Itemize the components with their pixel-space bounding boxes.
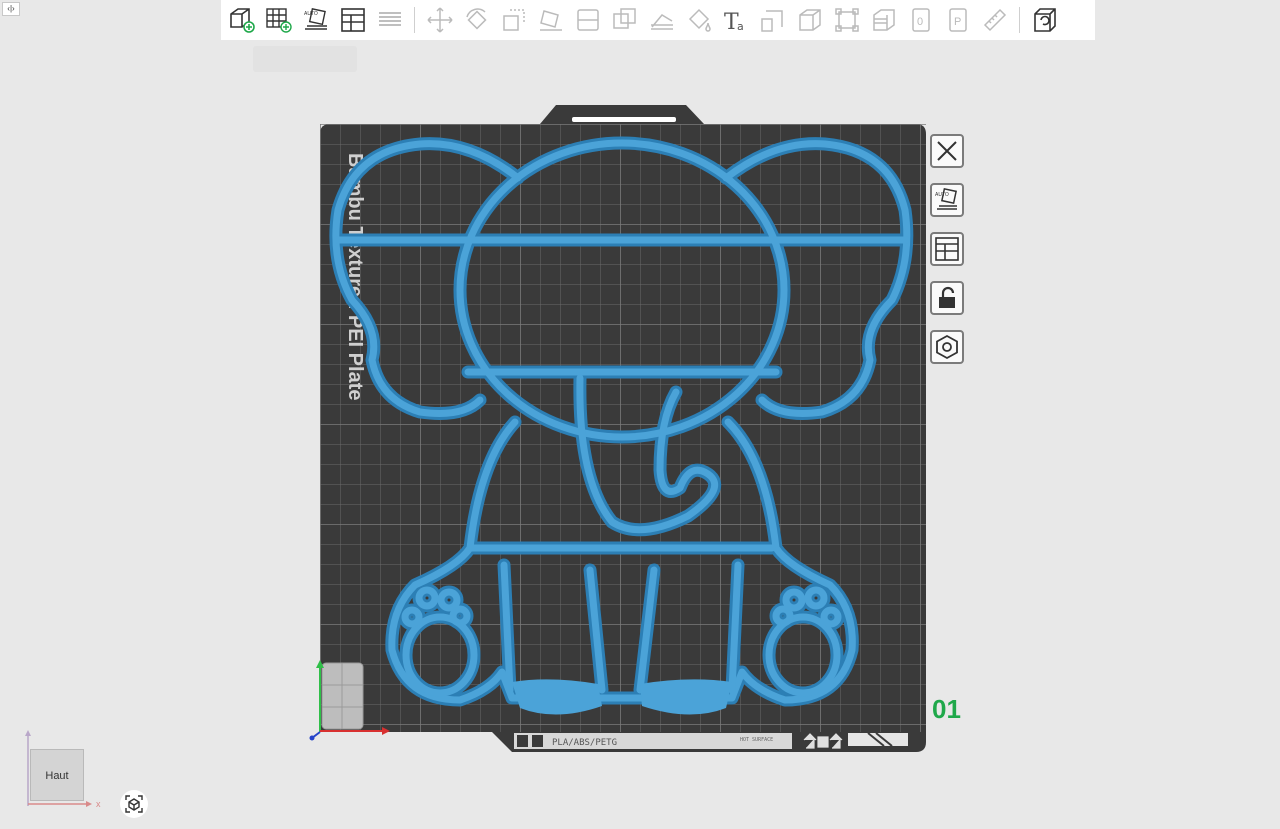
plate-footer-icon (532, 735, 543, 747)
svg-text:AUTO: AUTO (935, 192, 949, 198)
view-cube[interactable]: Haut (30, 749, 84, 801)
plate-number: 01 (932, 694, 961, 724)
plate-side-toolbar: AUTO (930, 134, 968, 379)
close-plate-icon[interactable] (930, 134, 964, 168)
x-axis-label: x (96, 799, 101, 809)
lock-plate-icon[interactable] (930, 281, 964, 315)
build-plate-scene[interactable]: Bambu Textured PEI Plate PLA/ABS/PETG HO… (0, 0, 1280, 829)
plate-handle (572, 117, 676, 122)
plate-footer-icon (517, 735, 528, 747)
recenter-view-button[interactable] (120, 790, 148, 818)
arrange-plate-icon[interactable] (930, 232, 964, 266)
auto-orient-plate-icon[interactable]: AUTO (930, 183, 964, 217)
plate-hot-label: HOT SURFACE (740, 737, 773, 743)
plate-material-label: PLA/ABS/PETG (552, 738, 617, 748)
focus-icon (125, 795, 143, 813)
plate-settings-icon[interactable] (930, 330, 964, 364)
